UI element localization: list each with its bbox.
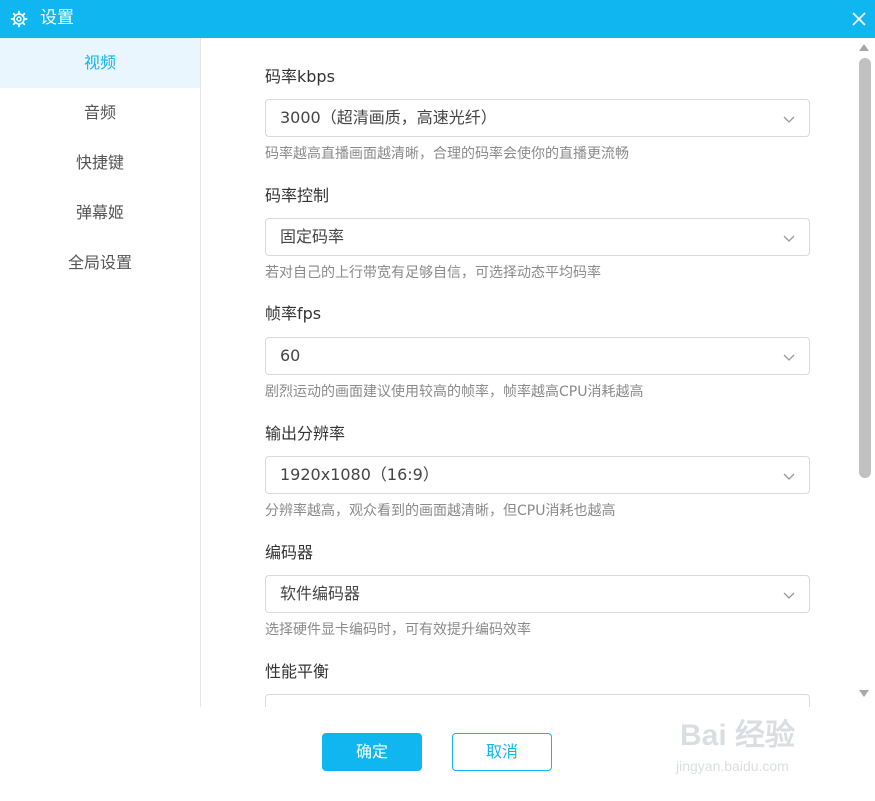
sidebar-item-shortcuts[interactable]: 快捷键 <box>0 138 200 188</box>
settings-sidebar: 视频 音频 快捷键 弹幕姬 全局设置 <box>0 38 201 707</box>
baidu-jingyan-watermark: Bai 经验 jingyan.baidu.com <box>670 698 870 788</box>
bitrate-hint: 码率越高直播画面越清晰，合理的码率会使你的直播更流畅 <box>265 146 629 162</box>
content-scrollbar[interactable] <box>853 38 875 707</box>
scroll-up-arrow-icon[interactable] <box>859 44 869 51</box>
sidebar-item-global-settings[interactable]: 全局设置 <box>0 238 200 288</box>
scroll-down-arrow-icon[interactable] <box>859 690 869 697</box>
sidebar-item-label: 全局设置 <box>67 253 132 272</box>
cancel-button[interactable]: 取消 <box>452 733 552 771</box>
watermark-brand: Bai 经验 <box>680 719 796 752</box>
chevron-down-icon <box>783 473 795 480</box>
encoder-select[interactable]: 软件编码器 <box>265 575 810 613</box>
bitrate-control-select[interactable]: 固定码率 <box>265 218 810 256</box>
title-bar: 设置 <box>0 0 875 38</box>
resolution-hint: 分辨率越高，观众看到的画面越清晰，但CPU消耗也越高 <box>265 503 616 519</box>
resolution-label: 输出分辨率 <box>265 424 346 443</box>
bitrate-label: 码率kbps <box>265 67 335 86</box>
chevron-down-icon <box>783 116 795 123</box>
chevron-down-icon <box>783 354 795 361</box>
sidebar-item-danmaku[interactable]: 弹幕姬 <box>0 188 200 238</box>
framerate-hint: 剧烈运动的画面建议使用较高的帧率，帧率越高CPU消耗越高 <box>265 384 644 400</box>
close-icon[interactable] <box>849 9 869 29</box>
sidebar-item-label: 音频 <box>83 103 116 122</box>
performance-balance-label: 性能平衡 <box>265 662 330 681</box>
resolution-value: 1920x1080（16:9） <box>280 465 439 484</box>
bitrate-control-value: 固定码率 <box>280 227 345 246</box>
bitrate-control-label: 码率控制 <box>265 186 330 205</box>
resolution-select[interactable]: 1920x1080（16:9） <box>265 456 810 494</box>
settings-content: 码率kbps 3000（超清画质，高速光纤） 码率越高直播画面越清晰，合理的码率… <box>201 38 853 707</box>
framerate-select[interactable]: 60 <box>265 337 810 375</box>
bitrate-control-hint: 若对自己的上行带宽有足够自信，可选择动态平均码率 <box>265 265 601 281</box>
encoder-value: 软件编码器 <box>280 584 361 603</box>
sidebar-item-label: 快捷键 <box>75 153 124 172</box>
encoder-label: 编码器 <box>265 543 314 562</box>
watermark-url: jingyan.baidu.com <box>676 758 789 774</box>
sidebar-item-video[interactable]: 视频 <box>0 38 200 88</box>
sidebar-item-label: 弹幕姬 <box>75 203 124 222</box>
encoder-hint: 选择硬件显卡编码时，可有效提升编码效率 <box>265 622 531 638</box>
window-title: 设置 <box>40 8 74 28</box>
framerate-label: 帧率fps <box>265 304 322 323</box>
chevron-down-icon <box>783 235 795 242</box>
bitrate-value: 3000（超清画质，高速光纤） <box>280 108 497 127</box>
sidebar-item-label: 视频 <box>83 53 116 72</box>
framerate-value: 60 <box>280 346 301 365</box>
confirm-button[interactable]: 确定 <box>322 733 422 771</box>
chevron-down-icon <box>783 592 795 599</box>
scroll-thumb[interactable] <box>859 58 871 478</box>
bitrate-select[interactable]: 3000（超清画质，高速光纤） <box>265 99 810 137</box>
sidebar-item-audio[interactable]: 音频 <box>0 88 200 138</box>
gear-icon <box>10 10 28 28</box>
